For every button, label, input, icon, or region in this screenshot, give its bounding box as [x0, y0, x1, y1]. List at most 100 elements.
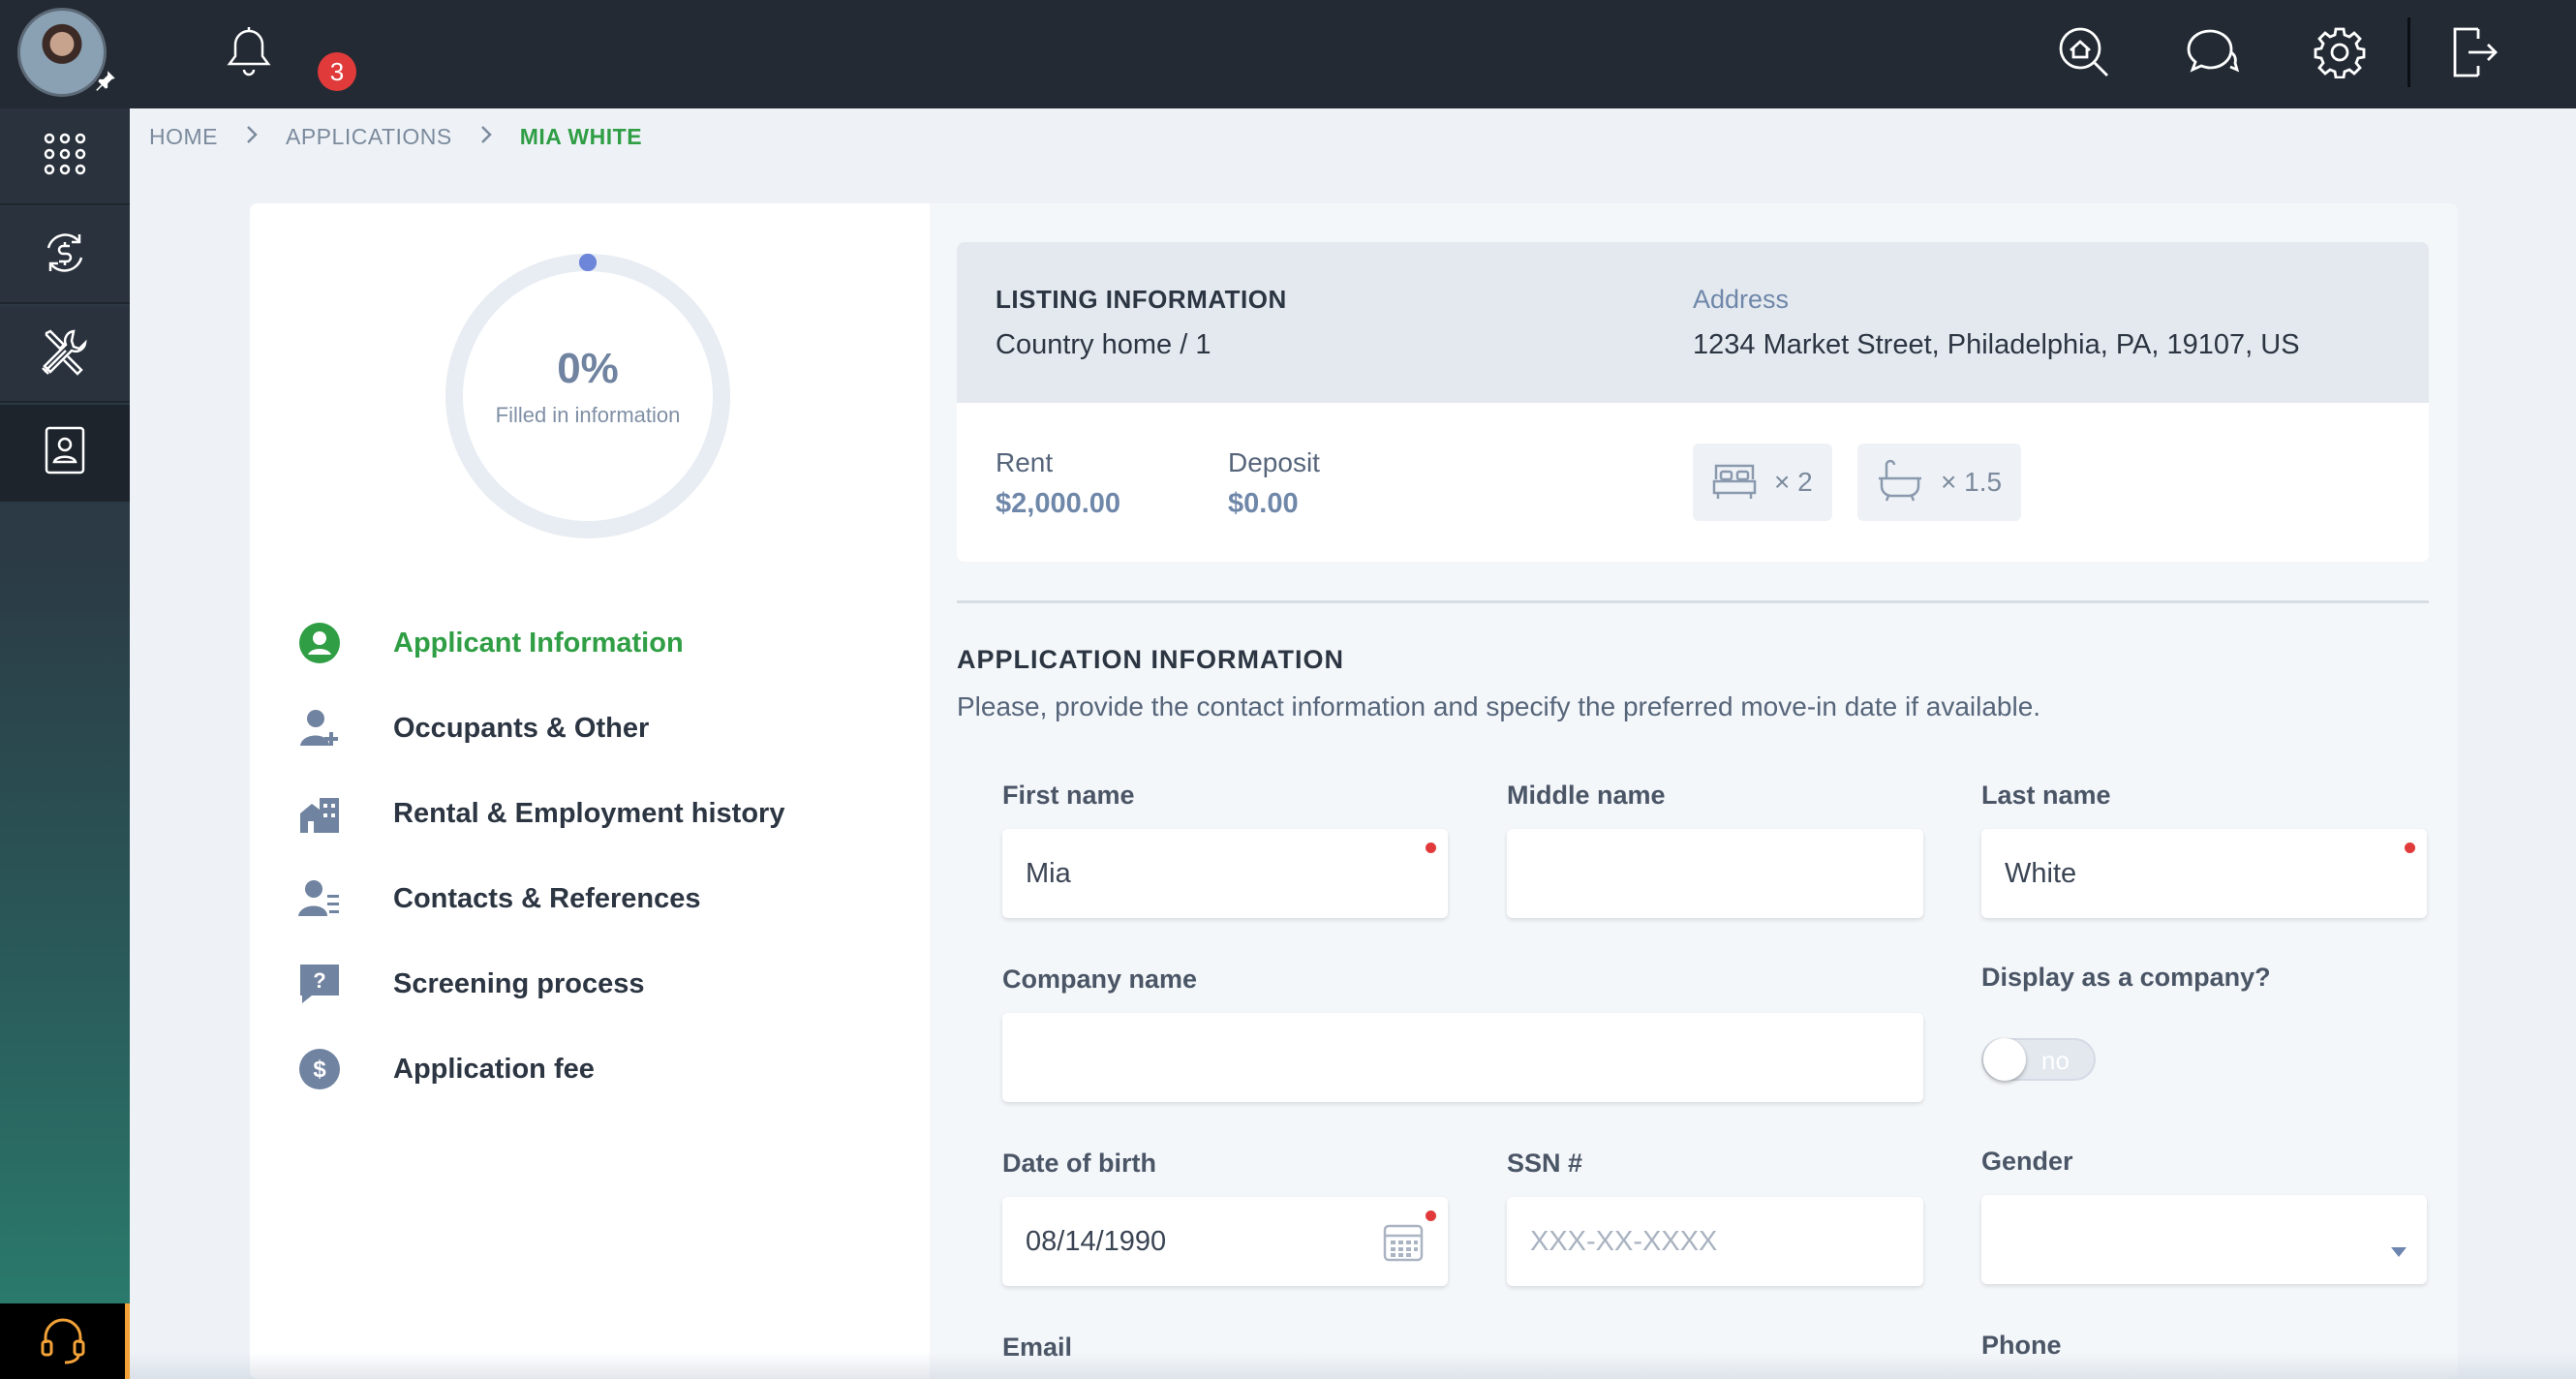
progress-summary: 0% Filled in information — [445, 345, 730, 428]
svg-text:?: ? — [313, 968, 325, 993]
calendar-icon[interactable] — [1382, 1220, 1425, 1271]
bathtub-icon — [1877, 459, 1923, 506]
bathrooms-chip: × 1.5 — [1857, 444, 2022, 521]
sidebar — [0, 0, 130, 1379]
deposit-value: $0.00 — [1228, 488, 1299, 519]
company-name-field[interactable] — [1002, 1013, 1923, 1102]
first-name-label: First name — [1002, 781, 1135, 810]
contacts-icon — [296, 875, 343, 922]
ssn-field[interactable] — [1507, 1197, 1923, 1286]
step-applicant-information[interactable]: Applicant Information — [296, 614, 684, 672]
company-name-label: Company name — [1002, 965, 1198, 994]
progress-label: Filled in information — [495, 403, 681, 427]
last-name-label: Last name — [1981, 781, 2111, 810]
notifications-button[interactable]: 3 — [205, 0, 356, 108]
tools-icon — [39, 325, 91, 383]
step-rental-employment[interactable]: Rental & Employment history — [296, 784, 784, 843]
rent-value: $2,000.00 — [996, 488, 1121, 519]
chat-icon — [2185, 25, 2240, 84]
building-icon — [296, 790, 343, 837]
house-search-icon — [2057, 25, 2111, 84]
listing-address: 1234 Market Street, Philadelphia, PA, 19… — [1693, 329, 2300, 360]
breadcrumb-applications[interactable]: APPLICATIONS — [286, 124, 452, 150]
deposit-label: Deposit — [1228, 447, 1320, 477]
step-label: Screening process — [393, 967, 645, 999]
logout-icon — [2449, 25, 2498, 84]
dollar-circle-icon: $ — [296, 1046, 343, 1092]
logout-button[interactable] — [2425, 0, 2522, 108]
bathrooms-count: × 1.5 — [1941, 467, 2003, 497]
display-company-toggle[interactable]: no — [1981, 1038, 2096, 1081]
ssn-input[interactable] — [1530, 1225, 1900, 1258]
applicant-file-icon — [44, 425, 86, 480]
step-application-fee[interactable]: $ Application fee — [296, 1040, 595, 1098]
headset-icon — [38, 1314, 88, 1369]
support-button[interactable] — [0, 1303, 130, 1379]
section-divider — [957, 600, 2429, 603]
topbar-divider — [2407, 17, 2410, 87]
ssn-label: SSN # — [1507, 1149, 1583, 1178]
required-indicator — [1426, 843, 1436, 853]
sidebar-item-maintenance[interactable] — [0, 306, 130, 403]
breadcrumb-home[interactable]: HOME — [149, 124, 218, 150]
company-name-input[interactable] — [1026, 1041, 1900, 1074]
address-label: Address — [1693, 285, 1790, 314]
listing-header — [957, 242, 2429, 403]
search-properties-button[interactable] — [2036, 0, 2132, 108]
pin-icon[interactable] — [93, 68, 118, 100]
svg-text:$: $ — [313, 1057, 326, 1083]
dob-label: Date of birth — [1002, 1149, 1156, 1178]
bedrooms-count: × 2 — [1774, 467, 1813, 497]
user-avatar-area — [0, 0, 130, 108]
sidebar-item-payments[interactable] — [0, 207, 130, 304]
last-name-input[interactable] — [2005, 857, 2404, 890]
bedrooms-chip: × 2 — [1693, 444, 1832, 521]
toggle-knob — [1983, 1038, 2026, 1081]
step-label: Applicant Information — [393, 627, 684, 659]
top-bar: 3 — [130, 0, 2576, 108]
first-name-field[interactable] — [1002, 829, 1448, 918]
bell-icon — [225, 25, 273, 84]
caret-down-icon — [2390, 1234, 2407, 1266]
user-plus-icon — [296, 705, 343, 751]
display-company-label: Display as a company? — [1981, 963, 2271, 992]
gear-icon — [2314, 26, 2366, 83]
middle-name-field[interactable] — [1507, 829, 1923, 918]
dob-field[interactable] — [1002, 1197, 1448, 1286]
scroll-fade — [130, 1352, 2576, 1379]
step-label: Contacts & References — [393, 882, 701, 914]
sidebar-item-apps[interactable] — [0, 108, 130, 205]
messages-button[interactable] — [2163, 0, 2260, 108]
money-cycle-icon — [41, 229, 89, 282]
listing-unit: Country home / 1 — [996, 329, 1211, 360]
question-bubble-icon: ? — [296, 961, 343, 1007]
middle-name-label: Middle name — [1507, 781, 1666, 810]
listing-title: LISTING INFORMATION — [996, 285, 1287, 314]
chevron-right-icon — [479, 124, 493, 150]
step-contacts-references[interactable]: Contacts & References — [296, 870, 701, 928]
settings-button[interactable] — [2291, 0, 2388, 108]
first-name-input[interactable] — [1026, 857, 1425, 890]
step-label: Occupants & Other — [393, 712, 650, 744]
required-indicator — [1426, 1210, 1436, 1221]
gender-select[interactable] — [1981, 1195, 2427, 1284]
application-description: Please, provide the contact information … — [957, 691, 2041, 721]
application-title: APPLICATION INFORMATION — [957, 645, 1344, 674]
gender-label: Gender — [1981, 1147, 2073, 1176]
sidebar-item-applications[interactable] — [0, 405, 130, 502]
step-screening[interactable]: ? Screening process — [296, 955, 645, 1013]
breadcrumb: HOME APPLICATIONS MIA WHITE — [149, 124, 642, 150]
last-name-field[interactable] — [1981, 829, 2427, 918]
middle-name-input[interactable] — [1530, 857, 1900, 890]
step-label: Rental & Employment history — [393, 797, 785, 829]
toggle-state: no — [2041, 1046, 2070, 1075]
user-circle-icon — [296, 620, 343, 666]
step-occupants[interactable]: Occupants & Other — [296, 699, 649, 757]
progress-marker — [579, 254, 597, 271]
step-label: Application fee — [393, 1053, 595, 1085]
rent-label: Rent — [996, 447, 1054, 477]
chevron-right-icon — [245, 124, 259, 150]
required-indicator — [2405, 843, 2415, 853]
dob-input[interactable] — [1026, 1225, 1425, 1258]
breadcrumb-current: MIA WHITE — [519, 124, 643, 149]
